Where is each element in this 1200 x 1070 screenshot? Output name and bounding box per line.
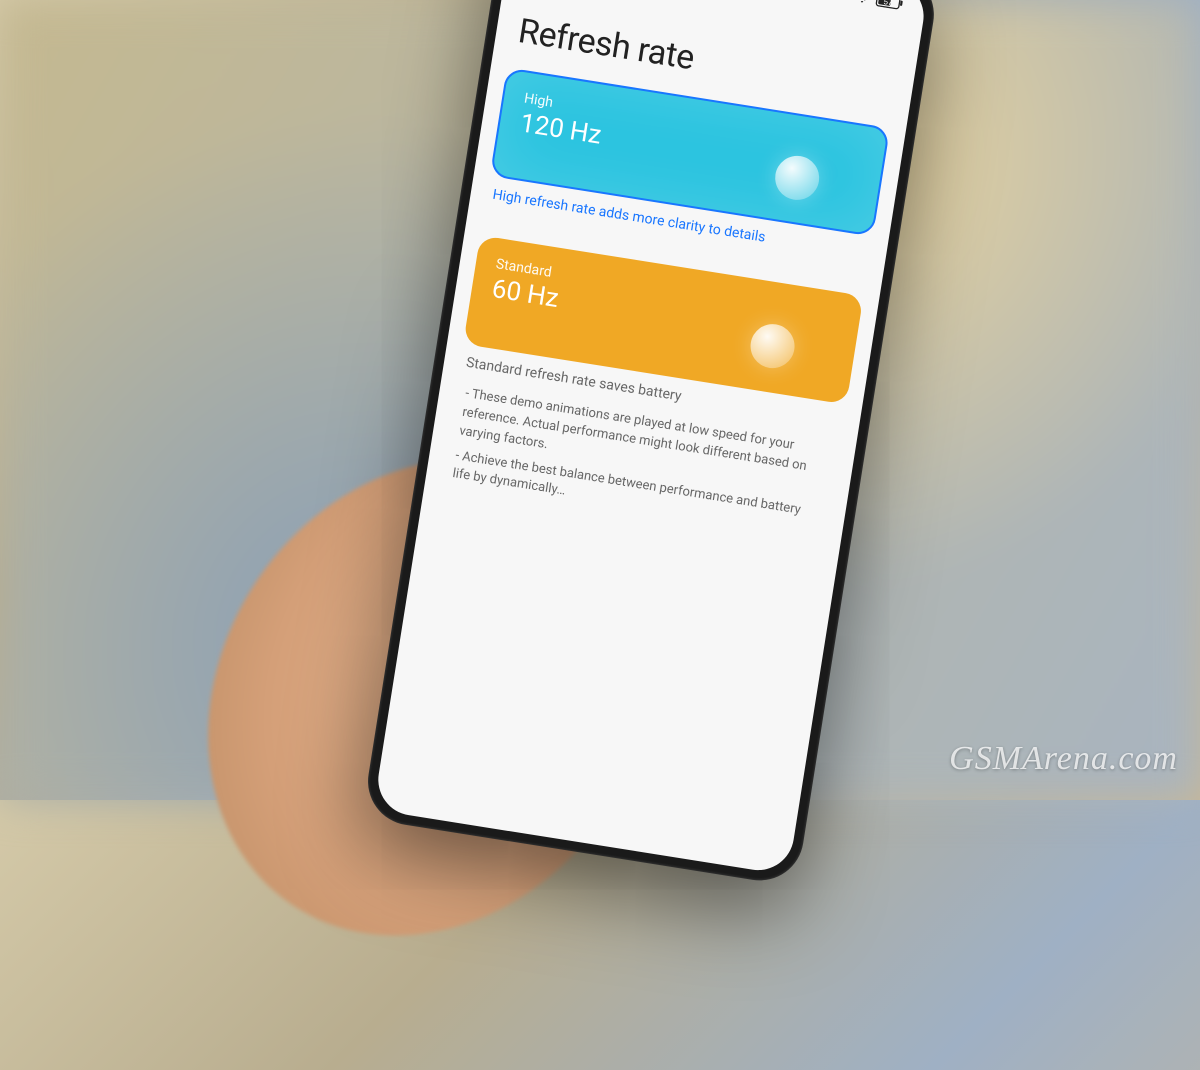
back-arrow-icon[interactable] — [524, 0, 554, 3]
wifi-icon — [854, 0, 871, 4]
no-sim-icon — [835, 0, 851, 1]
watermark: GSMArena.com — [949, 740, 1178, 778]
battery-icon: 57 — [875, 0, 905, 11]
